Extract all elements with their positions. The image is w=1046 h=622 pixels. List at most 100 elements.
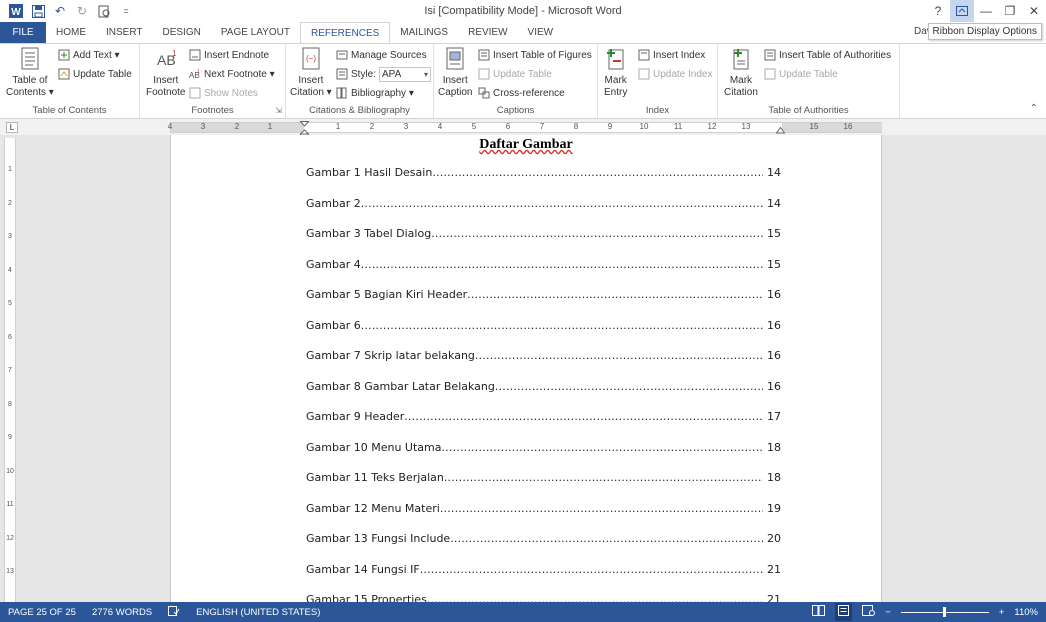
tab-review[interactable]: REVIEW [458,22,517,43]
toc-entry[interactable]: Gambar 10 Menu Utama 18 [306,440,781,456]
insert-citation-icon: (−) [302,47,320,70]
mark-entry-button[interactable]: Mark Entry [604,47,627,99]
mark-citation-button[interactable]: Mark Citation [724,47,758,99]
vertical-ruler-number: 3 [8,233,12,240]
update-table-figures-button[interactable]: Update Table [478,66,552,82]
minimize-button[interactable]: — [974,0,998,22]
update-table-button[interactable]: Update Table [58,66,132,82]
toc-entry[interactable]: Gambar 12 Menu Materi 19 [306,501,781,517]
ruler-number: 8 [573,122,579,131]
tab-insert[interactable]: INSERT [96,22,153,43]
tab-page-layout[interactable]: PAGE LAYOUT [211,22,300,43]
insert-citation-button[interactable]: (−) Insert Citation ▾ [290,47,332,99]
show-notes-icon [189,87,201,99]
zoom-slider-thumb[interactable] [942,606,946,617]
undo-icon[interactable]: ↶ [50,1,70,21]
help-button[interactable]: ? [926,0,950,22]
toc-entry[interactable]: Gambar 7 Skrip latar belakang 16 [306,348,781,364]
next-footnote-button[interactable]: AB 1 Next Footnote ▾ [189,66,275,82]
web-layout-icon[interactable] [862,605,876,619]
redo-icon[interactable]: ↻ [72,1,92,21]
toc-entry[interactable]: Gambar 14 Fungsi IF 21 [306,562,781,578]
tab-selector[interactable]: L [6,122,18,133]
style-label: Style: [351,68,377,80]
toc-entry[interactable]: Gambar 9 Header 17 [306,409,781,425]
zoom-level[interactable]: 110% [1014,607,1038,618]
insert-table-of-figures-button[interactable]: Insert Table of Figures [478,47,592,63]
read-mode-icon[interactable] [812,605,826,619]
tab-references[interactable]: REFERENCES [299,22,391,44]
footnotes-dialog-launcher-icon[interactable]: ⇲ [275,106,282,115]
toc-entry-page: 16 [767,318,781,332]
toc-entry[interactable]: Gambar 11 Teks Berjalan 18 [306,470,781,486]
insert-table-of-authorities-button[interactable]: Insert Table of Authorities [764,47,891,63]
tab-design[interactable]: DESIGN [153,22,211,43]
toc-entry-label: Gambar 10 Menu Utama [306,440,442,454]
toc-entry[interactable]: Gambar 5 Bagian Kiri Header 16 [306,287,781,303]
vertical-ruler-number: 11 [6,501,14,508]
tab-view[interactable]: VIEW [518,22,564,43]
toc-entry[interactable]: Gambar 6 16 [306,318,781,334]
update-table-figures-label: Update Table [493,68,552,80]
insert-table-of-figures-icon [478,49,490,61]
insert-endnote-button[interactable]: Insert Endnote [189,47,269,63]
update-index-button[interactable]: Update Index [638,66,713,82]
ribbon-display-options-button[interactable] [950,0,974,22]
print-preview-icon[interactable] [94,1,114,21]
toc-entry-leader [440,501,763,517]
zoom-in-button[interactable]: + [999,607,1005,618]
restore-button[interactable]: ❐ [998,0,1022,22]
language-indicator[interactable]: ENGLISH (UNITED STATES) [188,607,328,618]
toc-entry[interactable]: Gambar 8 Gambar Latar Belakang 16 [306,379,781,395]
style-dropdown[interactable]: APA [379,66,432,82]
toc-entry-page: 19 [767,501,781,515]
table-of-contents-button[interactable]: Table of Contents ▾ [6,47,54,99]
collapse-ribbon-icon[interactable]: ⌃ [1030,103,1038,114]
toc-entry-leader [432,165,763,181]
group-label-citations-bibliography: Citations & Bibliography [309,105,410,116]
update-index-label: Update Index [653,68,713,80]
word-logo-icon[interactable]: W [6,1,26,21]
page[interactable]: Daftar Gambar Gambar 1 Hasil Desain14 Gam… [170,135,882,602]
tab-mailings[interactable]: MAILINGS [390,22,458,43]
insert-caption-button[interactable]: Insert Caption [438,47,472,99]
mark-citation-label-2: Citation [724,87,758,98]
add-text-button[interactable]: Add Text ▾ [58,47,120,63]
show-notes-button[interactable]: Show Notes [189,85,258,101]
zoom-slider[interactable] [900,606,989,617]
print-layout-icon[interactable] [835,603,853,621]
save-icon[interactable] [28,1,48,21]
mark-citation-icon [733,49,749,70]
insert-index-icon [638,49,650,61]
document-area[interactable]: Daftar Gambar Gambar 1 Hasil Desain14 Gam… [18,135,1046,602]
page-count[interactable]: PAGE 25 OF 25 [0,607,84,618]
vertical-ruler[interactable]: 1 2 3 4 5 6 7 8 9 10 11 12 13 [4,138,16,602]
toc-entry-page: 21 [767,593,781,602]
update-table-authorities-button[interactable]: Update Table [764,66,838,82]
toc-entry[interactable]: Gambar 1 Hasil Desain 14 [306,165,781,181]
manage-sources-button[interactable]: Manage Sources [336,47,427,63]
status-bar: PAGE 25 OF 25 2776 WORDS ENGLISH (UNITED… [0,602,1046,622]
toc-entry-page: 18 [767,440,781,454]
tab-home[interactable]: HOME [46,22,96,43]
customize-qat-icon[interactable]: = [116,1,136,21]
close-button[interactable]: ✕ [1022,0,1046,22]
tab-file[interactable]: FILE [0,22,46,43]
toc-entry[interactable]: Gambar 3 Tabel Dialog 15 [306,226,781,242]
right-indent-marker-icon[interactable] [776,127,785,135]
insert-table-of-authorities-icon [764,49,776,61]
word-count[interactable]: 2776 WORDS [84,607,160,618]
toc-entry[interactable]: Gambar 2 14 [306,196,781,212]
bibliography-button[interactable]: Bibliography ▾ [336,85,414,101]
zoom-out-button[interactable]: − [885,607,891,618]
toc-entry[interactable]: Gambar 15 Properties 21 [306,592,781,602]
insert-index-button[interactable]: Insert Index [638,47,705,63]
insert-footnote-button[interactable]: AB 1 Insert Footnote [146,47,185,99]
cross-reference-button[interactable]: Cross-reference [478,85,565,101]
toc-entry[interactable]: Gambar 4 15 [306,257,781,273]
document-heading[interactable]: Daftar Gambar [171,137,881,153]
horizontal-ruler[interactable]: 4 3 2 1 1 2 3 4 5 6 7 8 9 10 11 12 13 15 16 [168,121,882,137]
insert-endnote-icon [189,49,201,61]
proofing-icon[interactable] [160,605,188,619]
toc-entry[interactable]: Gambar 13 Fungsi Include 20 [306,531,781,547]
